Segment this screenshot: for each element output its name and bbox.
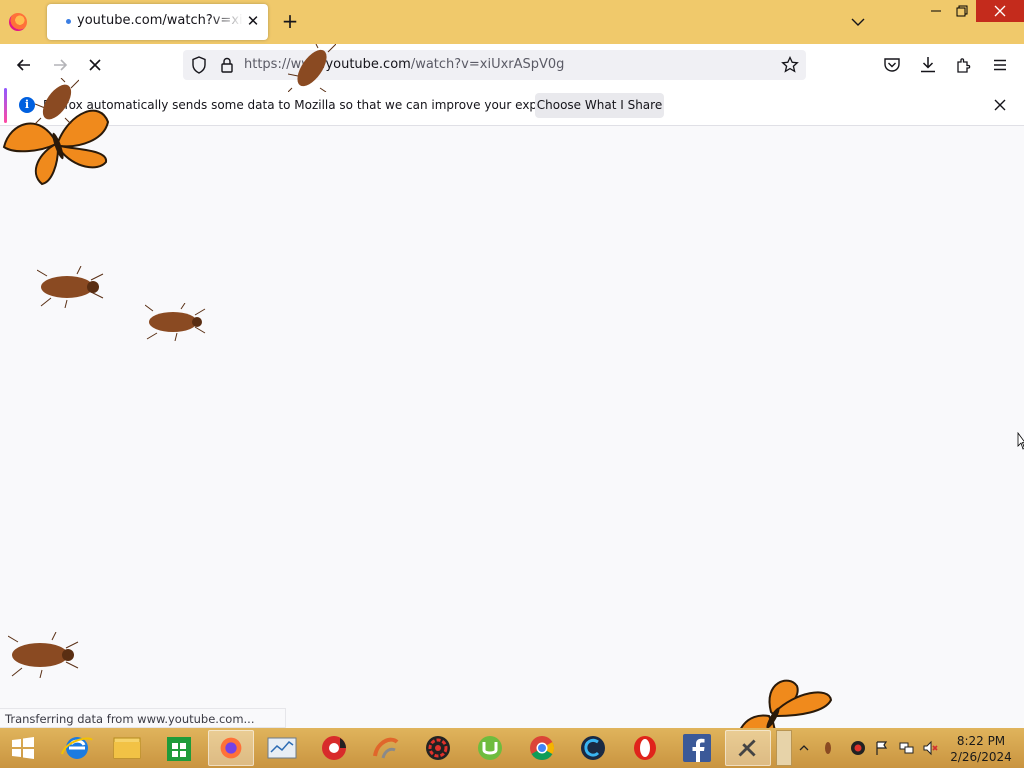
cockroach-icon (8, 632, 79, 678)
clock-date: 2/26/2024 (950, 750, 1012, 764)
close-window-icon[interactable] (976, 0, 1024, 22)
utorrent-icon[interactable] (467, 730, 513, 766)
data-collection-notification: i Firefox automatically sends some data … (0, 86, 1024, 126)
puzzle-icon[interactable] (953, 54, 975, 76)
taskbar (0, 728, 1024, 768)
tab-strip: youtube.com/watch?v=xiUxrASpV0g ✕ + (0, 0, 1024, 44)
taskbar-clock[interactable]: 8:22 PM 2/26/2024 (948, 733, 1014, 765)
windows-start-icon[interactable] (0, 730, 46, 766)
download-icon[interactable] (917, 54, 939, 76)
page-content[interactable] (0, 127, 1024, 728)
media-player-icon[interactable] (311, 730, 357, 766)
firefox-icon[interactable] (9, 13, 27, 31)
mouse-cursor-icon (1017, 432, 1024, 450)
pocket-icon[interactable] (881, 54, 903, 76)
tab-title: youtube.com/watch?v=xiUxrASpV0g (77, 13, 243, 28)
gear-tray-icon[interactable] (850, 740, 866, 756)
forward-arrow-icon[interactable] (49, 54, 71, 76)
chevron-up-icon[interactable] (796, 740, 812, 756)
choose-what-i-share-button[interactable]: Choose What I Share (535, 93, 664, 118)
back-arrow-icon[interactable] (13, 54, 35, 76)
cockroach-tray-icon[interactable] (820, 740, 836, 756)
microsoft-store-icon[interactable] (156, 730, 202, 766)
internet-explorer-icon[interactable] (54, 730, 100, 766)
volume-muted-icon[interactable] (922, 740, 938, 756)
taskbar-scroll[interactable] (776, 730, 792, 766)
url-host: youtube.com (325, 57, 411, 72)
loading-dot-icon (66, 19, 71, 24)
file-explorer-icon[interactable] (104, 730, 150, 766)
navigation-toolbar: https://www.youtube.com/watch?v=xiUxrASp… (0, 44, 1024, 86)
close-tab-icon[interactable]: ✕ (243, 11, 263, 31)
star-icon[interactable] (779, 54, 801, 76)
status-text: Transferring data from www.youtube.com..… (0, 708, 286, 728)
editor-app-icon[interactable] (725, 730, 771, 766)
task-manager-icon[interactable] (259, 730, 305, 766)
tracking-shield-icon[interactable] (188, 54, 210, 76)
restore-icon[interactable] (946, 0, 978, 22)
firefox-taskbar-icon[interactable] (208, 730, 254, 766)
network-icon[interactable] (898, 740, 914, 756)
hamburger-icon[interactable] (989, 54, 1011, 76)
cockroach-icon (37, 266, 104, 308)
cockroach-icon (35, 78, 79, 124)
stop-x-icon[interactable] (84, 54, 106, 76)
ccleaner-app-icon[interactable] (363, 730, 409, 766)
tab-youtube[interactable]: youtube.com/watch?v=xiUxrASpV0g ✕ (47, 4, 268, 40)
clock-time: 8:22 PM (956, 734, 1006, 748)
url-path: /watch?v=xiUxrASpV0g (410, 57, 565, 72)
lock-icon[interactable] (216, 54, 238, 76)
facebook-icon[interactable] (674, 730, 720, 766)
url-bar[interactable]: https://www.youtube.com/watch?v=xiUxrASp… (183, 50, 806, 80)
chrome-icon[interactable] (519, 730, 565, 766)
new-tab-icon[interactable]: + (280, 11, 300, 31)
chevron-down-icon[interactable] (848, 12, 868, 32)
cockroach-icon (145, 303, 206, 341)
opera-icon[interactable] (622, 730, 668, 766)
flag-icon[interactable] (874, 740, 890, 756)
notification-text: Firefox automatically sends some data to… (43, 98, 586, 112)
ccleaner-icon[interactable] (570, 730, 616, 766)
gear-app-icon[interactable] (415, 730, 461, 766)
cockroach-icon (288, 44, 336, 92)
close-notification-icon[interactable] (991, 96, 1009, 114)
